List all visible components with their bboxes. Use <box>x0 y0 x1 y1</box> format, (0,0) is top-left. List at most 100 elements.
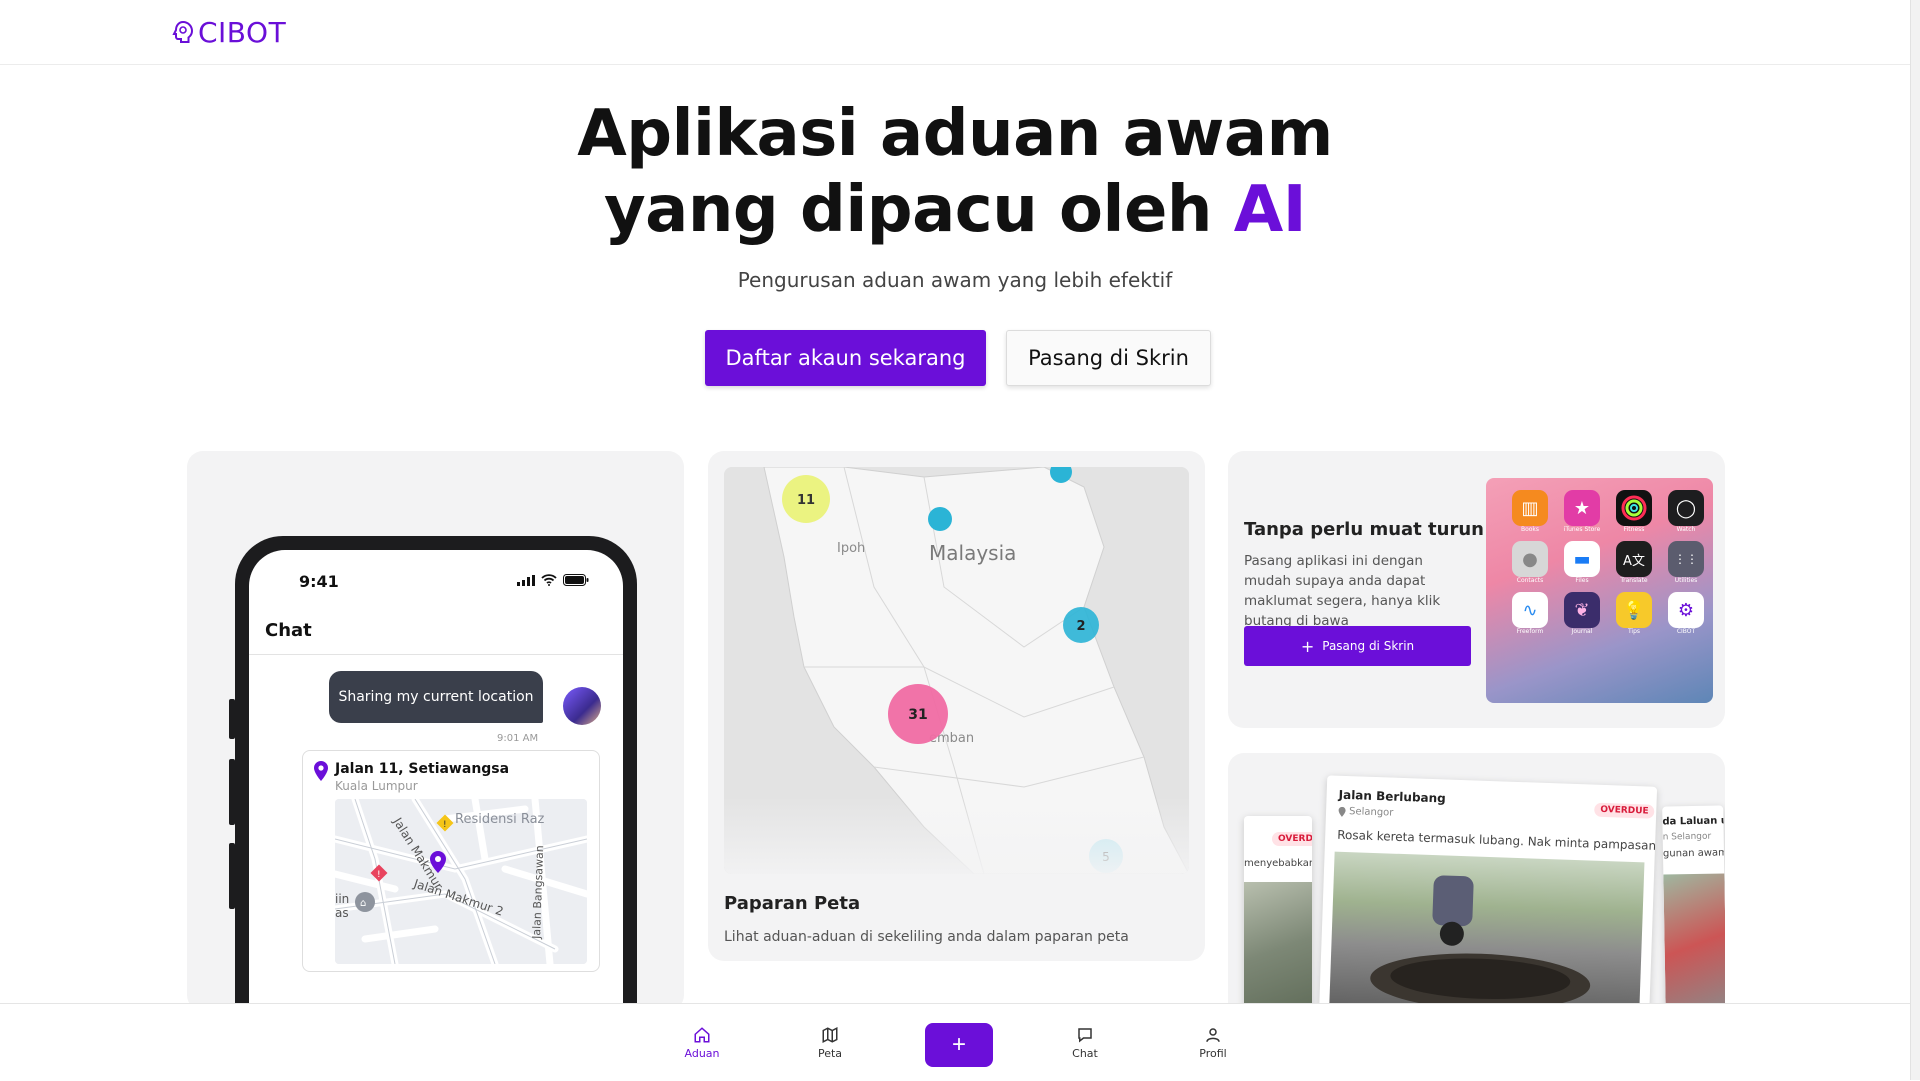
complaint-location: Selangor <box>1338 806 1394 819</box>
logo[interactable]: CIBOT <box>172 14 286 50</box>
map-city-label: Ipoh <box>837 541 865 556</box>
complaint-feed-card: OVERDUE menyebabkan... Jalan Berlubang S… <box>1228 753 1725 1023</box>
app-watch: ◯ Watch <box>1660 490 1712 533</box>
map-icon <box>822 1027 838 1043</box>
chat-title: Chat <box>265 620 312 641</box>
chat-message-bubble: Sharing my current location <box>329 671 543 723</box>
install-card-title: Tanpa perlu muat turun <box>1244 519 1484 540</box>
location-map[interactable]: Residensi Raz Jalan Makmur Jalan Makmur … <box>335 799 587 964</box>
map-feature-card: Malaysia Ipoh emban 11 2 31 5 Paparan Pe… <box>708 451 1205 961</box>
status-time: 9:41 <box>299 572 339 591</box>
app-label: iTunes Store <box>1563 526 1601 533</box>
app-label: Translate <box>1620 577 1648 584</box>
wifi-icon <box>541 574 557 586</box>
chat-feature-card: 9:41 Chat Sharing my current location 9:… <box>187 451 684 1011</box>
complaint-card-right[interactable]: da Laluan unt n Selangor gunan awam <box>1662 805 1725 1017</box>
install-card-button-label: Pasang di Skrin <box>1322 639 1415 653</box>
complaint-text: Rosak kereta termasuk lubang. Nak minta … <box>1337 827 1658 854</box>
hero-title-line2: yang dipacu oleh AI <box>460 172 1450 248</box>
nav-label: Profil <box>1199 1047 1227 1060</box>
app-journal: ❦ Journal <box>1556 592 1608 635</box>
user-icon <box>1206 1028 1220 1042</box>
complaint-location-text: Selangor <box>1348 806 1394 819</box>
app-contacts: ● Contacts <box>1504 541 1556 584</box>
top-bar <box>0 0 1910 65</box>
translate-icon: A文 <box>1616 541 1652 577</box>
nav-item-aduan[interactable]: Aduan <box>672 1026 732 1060</box>
nav-item-profil[interactable]: Profil <box>1183 1026 1243 1060</box>
nav-item-chat[interactable]: Chat <box>1055 1026 1115 1060</box>
app-label: Utilities <box>1674 577 1698 584</box>
location-area: Kuala Lumpur <box>335 779 418 793</box>
cluster-count: 2 <box>1076 619 1085 634</box>
complaint-text: gunan awam <box>1662 847 1725 860</box>
hero-title: Aplikasi aduan awam yang dipacu oleh AI <box>460 96 1450 248</box>
pothole-photo <box>1328 851 1645 1023</box>
app-label: Books <box>1520 526 1540 533</box>
pothole-illustration <box>1370 875 1591 1011</box>
complaint-card-left[interactable]: OVERDUE menyebabkan... <box>1244 816 1312 1016</box>
app-utilities: ⋮⋮ Utilities <box>1660 541 1712 584</box>
folder-icon: ▬ <box>1564 541 1600 577</box>
hero-title-highlight: AI <box>1233 173 1307 247</box>
butterfly-icon: ❦ <box>1564 592 1600 628</box>
app-label: Contacts <box>1516 577 1544 584</box>
nav-label: Peta <box>817 1047 843 1060</box>
street-map: Residensi Raz Jalan Makmur Jalan Makmur … <box>335 799 587 964</box>
avatar <box>563 687 601 725</box>
map-label: Residensi Raz <box>455 812 545 827</box>
map-label: iin <box>335 892 349 906</box>
location-pin-icon <box>314 761 328 781</box>
svg-text:!: ! <box>377 870 381 880</box>
location-pin-icon <box>1338 806 1346 817</box>
status-badge: OVERDUE <box>1594 797 1655 819</box>
books-icon: ▥ <box>1512 490 1548 526</box>
status-icons <box>517 574 589 586</box>
message-time: 9:01 AM <box>497 733 539 744</box>
svg-text:⌂: ⌂ <box>360 898 366 909</box>
app-label: Fitness <box>1623 526 1645 533</box>
app-fitness: Fitness <box>1608 490 1660 533</box>
complaint-card-main[interactable]: Jalan Berlubang Selangor OVERDUE Rosak k… <box>1318 775 1658 1023</box>
folder-grid-icon: ⋮⋮ <box>1668 541 1704 577</box>
complaint-text: menyebabkan... <box>1244 858 1312 869</box>
signal-icon <box>517 574 535 586</box>
divider <box>249 654 623 655</box>
complaint-title: Jalan Berlubang <box>1338 787 1447 806</box>
app-label: Tips <box>1627 628 1641 635</box>
location-card[interactable]: Jalan 11, Setiawangsa Kuala Lumpur Resid… <box>302 750 600 972</box>
brain-logo-icon: ⚙ <box>1668 592 1704 628</box>
app-freeform: ∿ Freeform <box>1504 592 1556 635</box>
map-card-title: Paparan Peta <box>724 893 861 914</box>
cluster-count: 11 <box>797 493 815 508</box>
star-icon: ★ <box>1564 490 1600 526</box>
add-complaint-button[interactable]: + <box>925 1023 993 1067</box>
install-feature-card: Tanpa perlu muat turun Pasang aplikasi i… <box>1228 451 1725 728</box>
app-grid: ▥ Books ★ iTunes Store Fitness ◯ Watch ● Con… <box>1504 490 1712 635</box>
brain-logo-icon <box>172 20 194 43</box>
app-books: ▥ Books <box>1504 490 1556 533</box>
hero-subtitle: Pengurusan aduan awam yang lebih efektif <box>737 268 1173 292</box>
scrollbar[interactable] <box>1910 0 1920 1080</box>
nav-item-peta[interactable]: Peta <box>800 1026 860 1060</box>
peninsula-map: Malaysia Ipoh emban 11 2 31 5 <box>724 467 1189 874</box>
nav-label: Chat <box>1072 1047 1098 1060</box>
location-name: Jalan 11, Setiawangsa <box>335 761 510 777</box>
home-icon <box>694 1027 710 1043</box>
contacts-icon: ● <box>1512 541 1548 577</box>
fitness-rings-icon <box>1616 490 1652 526</box>
status-badge: OVERDUE <box>1272 826 1312 846</box>
map-country-label: Malaysia <box>929 541 1016 565</box>
map-view[interactable]: Malaysia Ipoh emban 11 2 31 5 <box>724 467 1189 874</box>
app-translate: A文 Translate <box>1608 541 1660 584</box>
cluster-count: 31 <box>908 707 927 723</box>
complaint-title: da Laluan unt <box>1662 815 1725 828</box>
install-card-button[interactable]: + Pasang di Skrin <box>1244 626 1471 666</box>
app-label: Watch <box>1676 526 1696 533</box>
register-button[interactable]: Daftar akaun sekarang <box>705 330 986 386</box>
map-card-description: Lihat aduan-aduan di sekeliling anda dal… <box>724 929 1129 945</box>
status-badge-text: OVERDUE <box>1272 832 1312 846</box>
app-label: CIBOT <box>1676 628 1696 635</box>
nav-label: Aduan <box>684 1047 720 1060</box>
install-button[interactable]: Pasang di Skrin <box>1006 330 1211 386</box>
